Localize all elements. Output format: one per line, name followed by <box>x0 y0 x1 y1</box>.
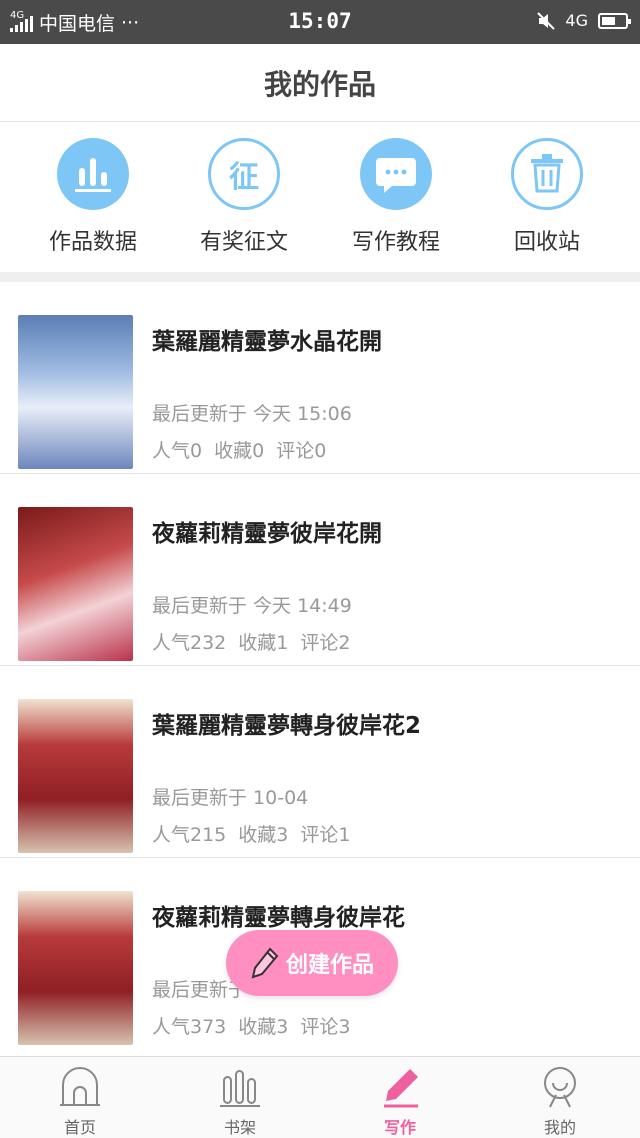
tab-label: 我的 <box>543 1118 576 1137</box>
work-comments: 评论3 <box>300 1016 351 1038</box>
trash-icon <box>511 138 583 210</box>
work-favorites: 收藏3 <box>238 824 289 846</box>
work-title: 夜蘿莉精靈夢彼岸花開 <box>152 521 382 547</box>
page-title: 我的作品 <box>263 67 376 101</box>
home-icon <box>60 1067 100 1106</box>
quick-action-label: 回收站 <box>513 230 580 255</box>
bookshelf-icon <box>220 1070 260 1107</box>
tab-label: 写作 <box>383 1118 416 1137</box>
work-title: 葉羅麗精靈夢水晶花開 <box>152 329 382 355</box>
network-label: 4G <box>565 11 588 30</box>
work-favorites: 收藏1 <box>238 632 289 654</box>
battery-icon <box>598 12 631 29</box>
tab-write[interactable]: 写作 <box>320 1057 480 1138</box>
work-stats: 人气0 收藏0 评论0 <box>152 436 338 463</box>
work-favorites: 收藏0 <box>214 440 265 462</box>
create-work-button[interactable]: 创建作品 <box>226 930 398 996</box>
tab-label: 书架 <box>223 1118 256 1137</box>
pencil-icon <box>251 947 279 979</box>
quick-actions: 作品数据 征 有奖征文 写作教程 回收站 <box>0 122 640 272</box>
zheng-badge-icon: 征 <box>208 138 280 210</box>
work-popularity: 人气215 <box>152 824 227 846</box>
bar-chart-icon <box>57 138 129 210</box>
work-updated: 最后更新于 今天 15:06 <box>152 403 352 425</box>
work-updated: 最后更新于 今天 14:49 <box>152 595 352 617</box>
book-cover-image <box>18 891 133 1045</box>
quick-action-label: 作品数据 <box>48 230 137 255</box>
work-popularity: 人气373 <box>152 1016 227 1038</box>
work-comments: 评论1 <box>300 824 351 846</box>
quick-action-tutorial[interactable]: 写作教程 <box>326 138 466 256</box>
quick-action-recycle-bin[interactable]: 回收站 <box>477 138 617 256</box>
work-stats: 人气215 收藏3 评论1 <box>152 820 362 847</box>
work-favorites: 收藏3 <box>238 1016 289 1038</box>
status-bar: 4G 中国电信 ··· 15:07 4G <box>0 0 640 44</box>
badge-glyph: 征 <box>229 160 259 195</box>
create-work-label: 创建作品 <box>285 953 374 978</box>
book-cover-image <box>18 507 133 661</box>
tab-label: 首页 <box>63 1118 96 1137</box>
tab-bookshelf[interactable]: 书架 <box>160 1057 320 1138</box>
work-popularity: 人气232 <box>152 632 227 654</box>
work-title: 夜蘿莉精靈夢轉身彼岸花 <box>152 905 405 931</box>
book-cover-image <box>18 315 133 469</box>
bottom-tab-bar: 首页 书架 写作 我的 <box>0 1056 640 1138</box>
work-popularity: 人气0 <box>152 440 203 462</box>
work-comments: 评论0 <box>276 440 327 462</box>
section-divider <box>0 272 640 282</box>
work-title: 葉羅麗精靈夢轉身彼岸花2 <box>152 713 422 739</box>
book-cover-image <box>18 699 133 853</box>
quick-action-work-data[interactable]: 作品数据 <box>23 138 163 256</box>
status-right: 4G <box>537 11 631 30</box>
profile-icon <box>544 1067 576 1108</box>
chat-bubble-icon <box>360 138 432 210</box>
page-header: 我的作品 <box>0 44 640 122</box>
work-stats: 人气373 收藏3 评论3 <box>152 1012 362 1039</box>
work-item[interactable]: 葉羅麗精靈夢轉身彼岸花2 最后更新于 10-04 人气215 收藏3 评论1 <box>0 666 640 858</box>
work-comments: 评论2 <box>300 632 351 654</box>
work-stats: 人气232 收藏1 评论2 <box>152 628 362 655</box>
work-item[interactable]: 夜蘿莉精靈夢彼岸花開 最后更新于 今天 14:49 人气232 收藏1 评论2 <box>0 474 640 666</box>
work-item[interactable]: 葉羅麗精靈夢水晶花開 最后更新于 今天 15:06 人气0 收藏0 评论0 <box>0 282 640 474</box>
pencil-icon <box>384 1069 418 1108</box>
quick-action-contest[interactable]: 征 有奖征文 <box>174 138 314 256</box>
quick-action-label: 写作教程 <box>351 230 440 255</box>
mute-icon <box>537 11 556 30</box>
quick-action-label: 有奖征文 <box>199 230 288 255</box>
tab-home[interactable]: 首页 <box>0 1057 160 1138</box>
tab-profile[interactable]: 我的 <box>480 1057 640 1138</box>
work-updated: 最后更新于 10-04 <box>152 787 309 809</box>
